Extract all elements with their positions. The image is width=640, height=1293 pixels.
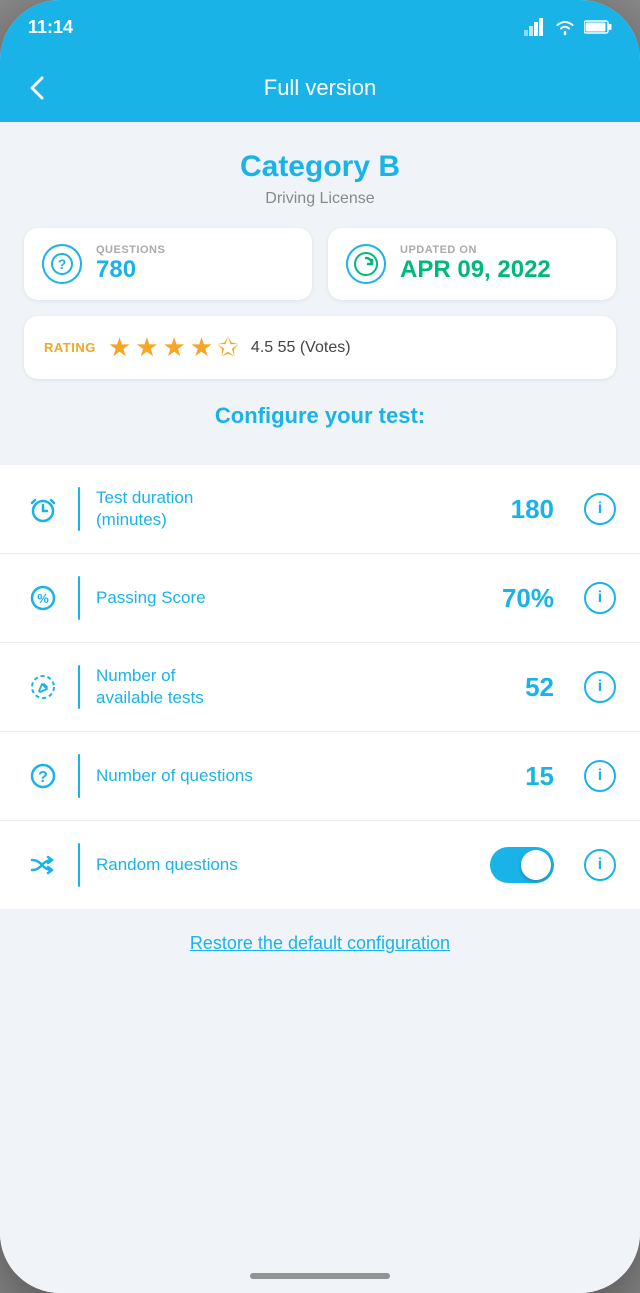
test-duration-label: Test duration(minutes) bbox=[96, 487, 495, 531]
test-duration-row: Test duration(minutes) 180 i bbox=[0, 465, 640, 554]
passing-score-label: Passing Score bbox=[96, 587, 486, 609]
available-tests-value[interactable]: 52 bbox=[525, 672, 554, 703]
num-questions-label: Number of questions bbox=[96, 765, 509, 787]
questions-card: ? QUESTIONS 780 bbox=[24, 228, 312, 300]
test-duration-value[interactable]: 180 bbox=[511, 494, 554, 525]
num-questions-row: ? Number of questions 15 i bbox=[0, 732, 640, 821]
svg-text:?: ? bbox=[58, 256, 67, 272]
num-questions-info-btn[interactable]: i bbox=[584, 760, 616, 792]
stars: ★ ★ ★ ★ ✩ bbox=[108, 332, 239, 363]
status-bar: 11:14 bbox=[0, 0, 640, 54]
divider-2 bbox=[78, 576, 80, 620]
star-2: ★ bbox=[135, 332, 158, 363]
category-subtitle: Driving License bbox=[24, 190, 616, 208]
rating-card: RATING ★ ★ ★ ★ ✩ 4.5 55 (Votes) bbox=[24, 316, 616, 379]
percent-svg: % bbox=[28, 583, 58, 613]
divider-5 bbox=[78, 843, 80, 887]
question-circle-icon: ? bbox=[50, 252, 74, 276]
divider-1 bbox=[78, 487, 80, 531]
questions-label: QUESTIONS bbox=[96, 244, 165, 256]
alarm-svg bbox=[28, 494, 58, 524]
phone-frame: 11:14 bbox=[0, 0, 640, 1293]
percent-icon: % bbox=[24, 579, 62, 617]
settings-section: Test duration(minutes) 180 i % Passing S… bbox=[0, 465, 640, 909]
main-content: Category B Driving License ? QUESTIONS 7… bbox=[0, 122, 640, 1293]
random-questions-info-btn[interactable]: i bbox=[584, 849, 616, 881]
star-1: ★ bbox=[108, 332, 131, 363]
passing-score-info-btn[interactable]: i bbox=[584, 582, 616, 614]
restore-section: Restore the default configuration bbox=[0, 909, 640, 978]
nav-title: Full version bbox=[264, 75, 376, 101]
divider-3 bbox=[78, 665, 80, 709]
star-half: ✩ bbox=[217, 332, 239, 363]
passing-score-value[interactable]: 70% bbox=[502, 583, 554, 614]
rating-label: RATING bbox=[44, 340, 96, 355]
random-questions-label: Random questions bbox=[96, 854, 474, 876]
available-tests-row: Number ofavailable tests 52 i bbox=[0, 643, 640, 732]
rating-text: 4.5 55 (Votes) bbox=[251, 339, 351, 357]
questions-value: 780 bbox=[96, 256, 165, 284]
updated-label: UPDATED ON bbox=[400, 244, 551, 256]
configure-title: Configure your test: bbox=[24, 403, 616, 429]
star-4: ★ bbox=[190, 332, 213, 363]
status-time: 11:14 bbox=[28, 17, 73, 38]
question-svg: ? bbox=[28, 761, 58, 791]
signal-icon bbox=[524, 18, 546, 36]
refresh-icon bbox=[352, 250, 380, 278]
test-duration-info-btn[interactable]: i bbox=[584, 493, 616, 525]
back-arrow-icon bbox=[24, 74, 52, 102]
random-questions-row: Random questions i bbox=[0, 821, 640, 909]
alarm-icon bbox=[24, 490, 62, 528]
questions-content: QUESTIONS 780 bbox=[96, 244, 165, 284]
updated-card: UPDATED ON APR 09, 2022 bbox=[328, 228, 616, 300]
updated-icon bbox=[346, 244, 386, 284]
svg-text:%: % bbox=[37, 591, 49, 606]
edit-circle-svg bbox=[28, 672, 58, 702]
svg-text:?: ? bbox=[38, 769, 48, 786]
toggle-knob bbox=[521, 850, 551, 880]
questions-icon: ? bbox=[42, 244, 82, 284]
divider-4 bbox=[78, 754, 80, 798]
battery-icon bbox=[584, 19, 612, 35]
info-cards: ? QUESTIONS 780 bbox=[24, 228, 616, 300]
updated-content: UPDATED ON APR 09, 2022 bbox=[400, 244, 551, 284]
category-title: Category B bbox=[24, 150, 616, 184]
num-questions-value[interactable]: 15 bbox=[525, 761, 554, 792]
edit-circle-icon bbox=[24, 668, 62, 706]
header-section: Category B Driving License ? QUESTIONS 7… bbox=[0, 122, 640, 457]
wifi-icon bbox=[554, 18, 576, 36]
available-tests-label: Number ofavailable tests bbox=[96, 665, 509, 709]
shuffle-icon bbox=[24, 846, 62, 884]
status-icons bbox=[524, 18, 612, 36]
passing-score-row: % Passing Score 70% i bbox=[0, 554, 640, 643]
question-icon: ? bbox=[24, 757, 62, 795]
star-3: ★ bbox=[163, 332, 186, 363]
available-tests-info-btn[interactable]: i bbox=[584, 671, 616, 703]
updated-value: APR 09, 2022 bbox=[400, 256, 551, 284]
random-questions-toggle[interactable] bbox=[490, 847, 554, 883]
nav-bar: Full version bbox=[0, 54, 640, 122]
restore-link[interactable]: Restore the default configuration bbox=[190, 933, 450, 953]
back-button[interactable] bbox=[24, 74, 52, 102]
home-indicator bbox=[250, 1273, 390, 1279]
shuffle-svg bbox=[28, 850, 58, 880]
